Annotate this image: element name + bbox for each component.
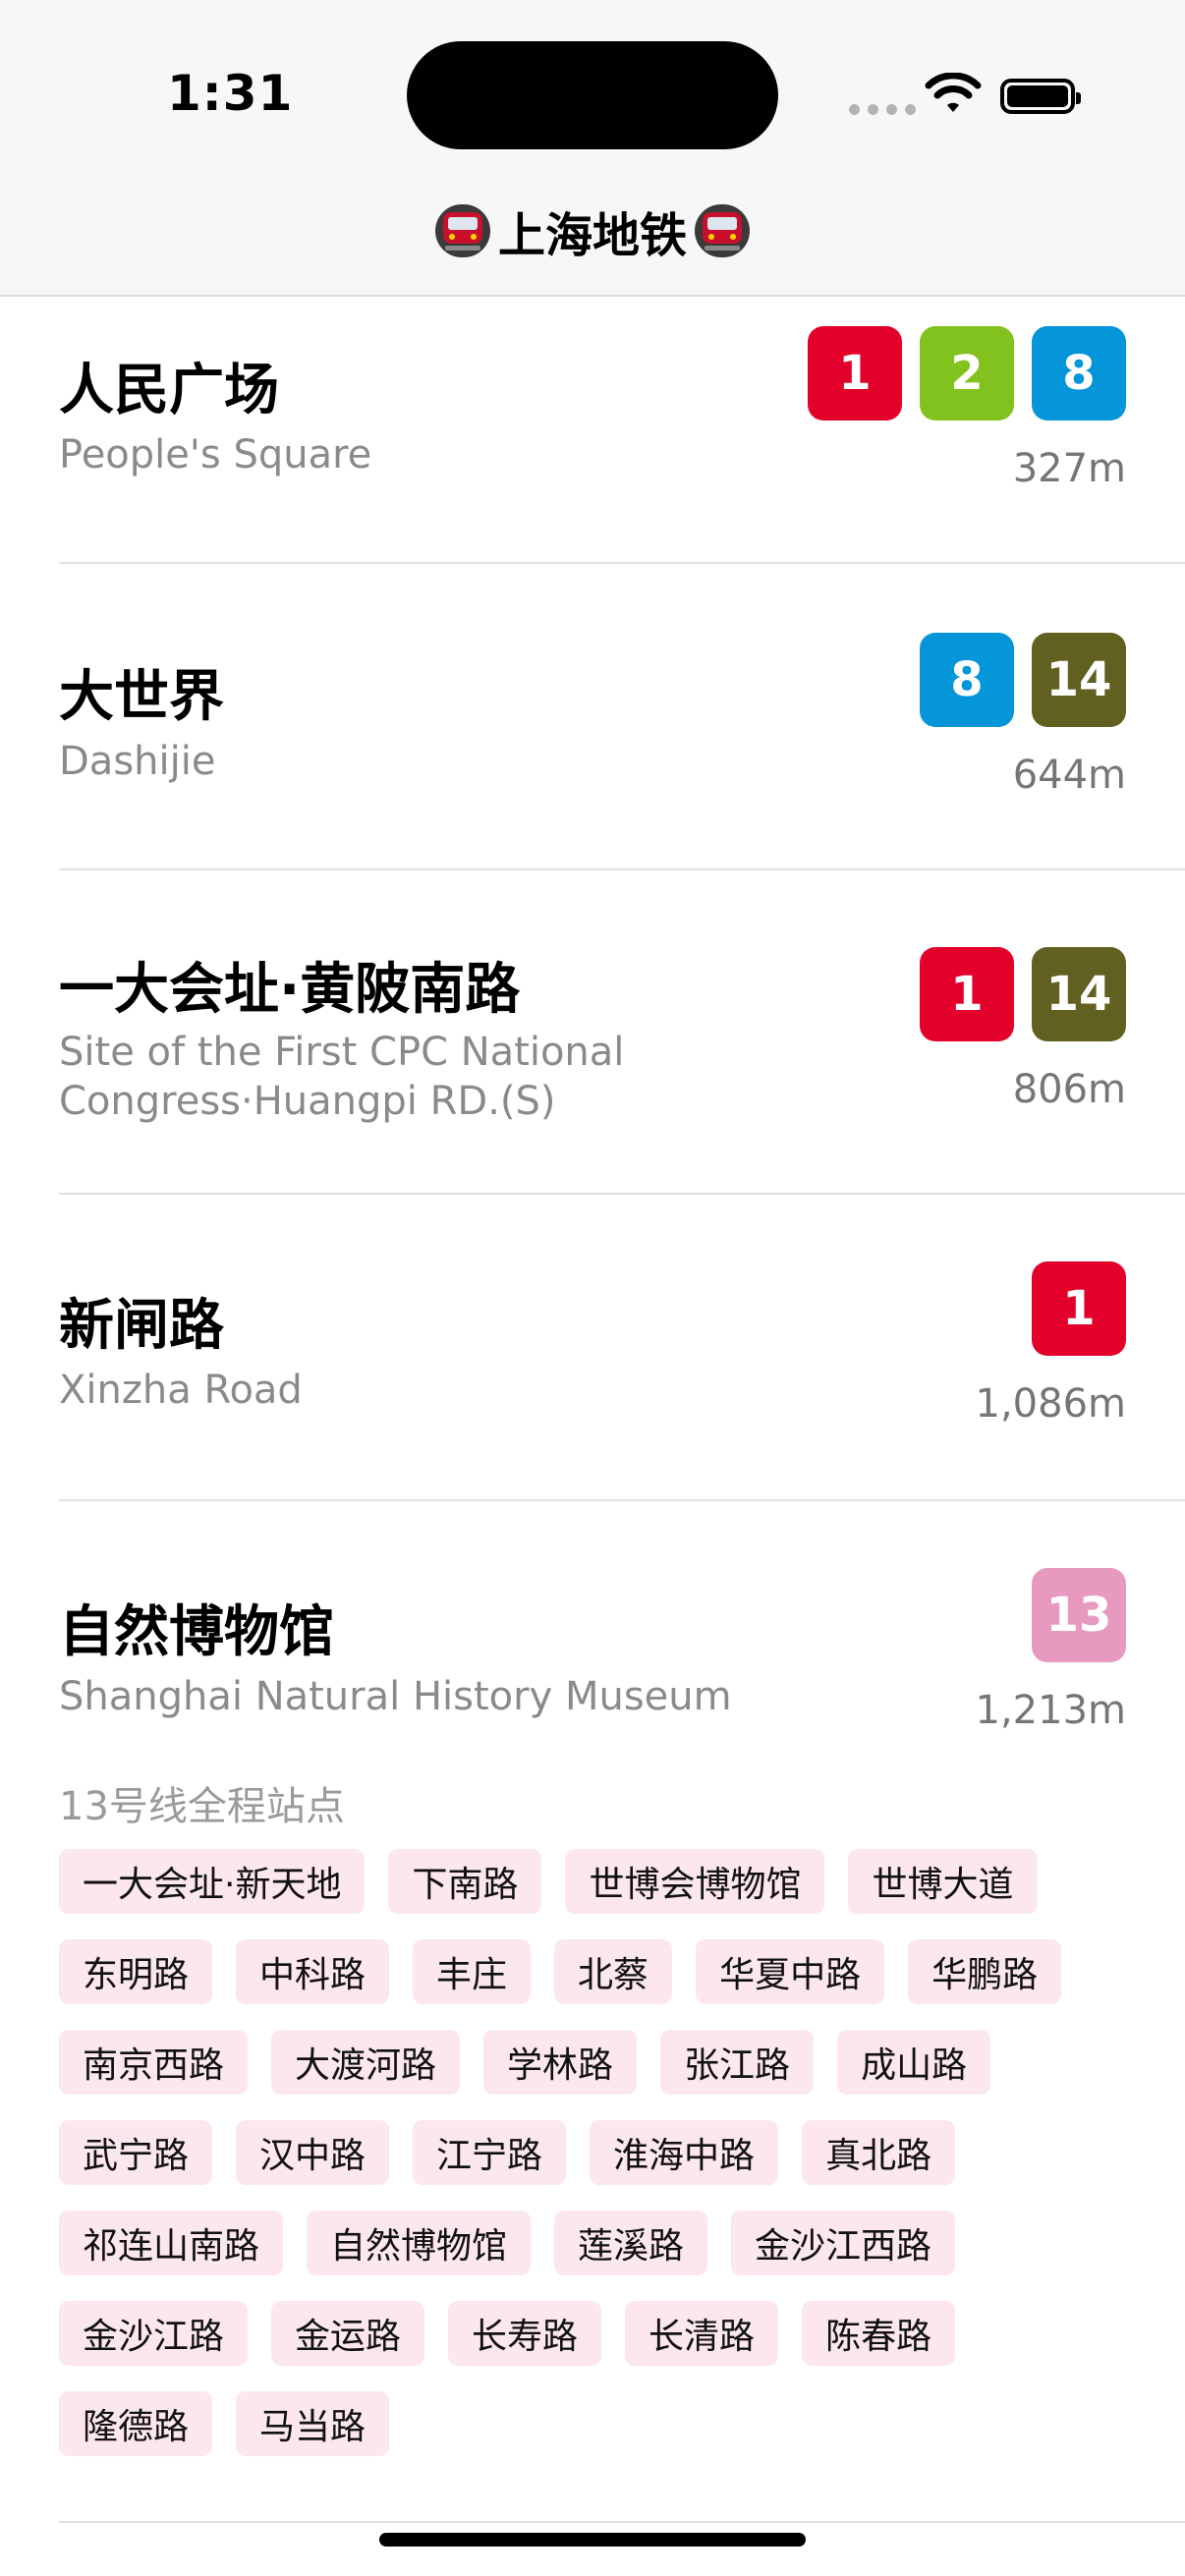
line-badge: 2 [920,326,1014,420]
stop-chip[interactable]: 东明路 [59,1939,213,2004]
stop-chip[interactable]: 丰庄 [413,1939,532,2004]
stop-chip[interactable]: 金运路 [271,2301,425,2366]
stop-chip[interactable]: 南京西路 [59,2030,249,2095]
stop-chip[interactable]: 一大会址·新天地 [59,1849,366,1914]
station-name: 一大会址·黄陂南路 [59,958,521,1022]
stop-chip[interactable]: 马当路 [236,2391,390,2456]
station-english-name: People's Square [59,432,372,477]
navigation-header: 1:31 上海地铁 [0,0,1185,297]
page-title: 上海地铁 [0,196,1185,265]
station-row[interactable]: 一大会址·黄陂南路 Site of the First CPC National… [0,870,1185,1195]
stop-chip[interactable]: 江宁路 [413,2120,567,2185]
home-indicator[interactable] [379,2533,806,2547]
station-english-name: Xinzha Road [59,1368,303,1413]
metro-train-icon [434,204,490,257]
stop-chip[interactable]: 武宁路 [59,2120,213,2185]
stop-chip[interactable]: 世博大道 [848,1849,1038,1914]
stop-chip[interactable]: 世博会博物馆 [565,1849,825,1914]
station-row[interactable]: 人民广场 People's Square 1 2 8 327m [0,297,1185,564]
stop-chip[interactable]: 长寿路 [448,2301,602,2366]
header-title: 上海地铁 [497,208,687,263]
station-row[interactable]: 新闸路 Xinzha Road 1 1,086m [0,1195,1185,1501]
line-badge: 8 [1032,326,1126,420]
wifi-icon [925,73,982,112]
stop-chip[interactable]: 下南路 [388,1849,542,1914]
line-badges: 13 [1032,1568,1126,1662]
stop-chip[interactable]: 自然博物馆 [307,2211,532,2275]
metro-train-icon [695,204,750,257]
station-name: 自然博物馆 [59,1600,334,1664]
station-row[interactable]: 大世界 Dashijie 8 14 644m [0,564,1185,870]
station-distance: 1,086m [975,1381,1126,1427]
line-badge: 14 [1032,947,1126,1041]
stop-chip[interactable]: 学林路 [483,2030,638,2095]
station-name: 人民广场 [59,359,279,422]
stop-chip[interactable]: 汉中路 [236,2120,390,2185]
station-distance: 806m [1012,1067,1126,1112]
station-english-name: Site of the First CPC National Congress·… [59,1030,625,1124]
status-time: 1:31 [167,65,294,122]
station-distance: 327m [1012,446,1126,491]
cellular-signal-icon [849,104,916,115]
stop-chip[interactable]: 真北路 [802,2120,956,2185]
stop-chip[interactable]: 莲溪路 [554,2211,708,2275]
station-name: 大世界 [59,665,224,729]
stop-chip[interactable]: 成山路 [837,2030,991,2095]
line-stops-label: 13号线全程站点 [59,1784,345,1829]
stop-chip[interactable]: 北蔡 [554,1939,673,2004]
line-badge: 14 [1032,633,1126,727]
screen: 1:31 上海地铁 人民广场 People's Square 1 2 8 327… [0,0,1185,2576]
line-badges: 1 [1032,1261,1126,1356]
dynamic-island [407,41,778,149]
stop-chip[interactable]: 中科路 [236,1939,390,2004]
line-badge: 13 [1032,1568,1126,1662]
line-badges: 8 14 [920,633,1126,727]
station-name: 新闸路 [59,1294,224,1358]
stop-chip[interactable]: 大渡河路 [271,2030,461,2095]
stop-chip[interactable]: 张江路 [660,2030,815,2095]
stop-chip[interactable]: 陈春路 [802,2301,956,2366]
stop-chip[interactable]: 长清路 [625,2301,779,2366]
line-stops-list: 一大会址·新天地 下南路 世博会博物馆 世博大道 东明路 中科路 丰庄 北蔡 华… [59,1849,1130,2456]
line-badge: 1 [1032,1261,1126,1356]
station-distance: 644m [1012,753,1126,798]
line-badge: 8 [920,633,1014,727]
station-english-name: Dashijie [59,739,216,784]
stop-chip[interactable]: 隆德路 [59,2391,213,2456]
station-distance: 1,213m [975,1688,1126,1733]
stop-chip[interactable]: 祁连山南路 [59,2211,284,2275]
divider [59,2521,1185,2523]
line-badge: 1 [920,947,1014,1041]
line-badge: 1 [808,326,902,420]
stop-chip[interactable]: 华鹏路 [908,1939,1062,2004]
station-english-name: Shanghai Natural History Museum [59,1674,732,1719]
stop-chip[interactable]: 金沙江西路 [731,2211,956,2275]
stop-chip[interactable]: 淮海中路 [590,2120,779,2185]
stop-chip[interactable]: 金沙江路 [59,2301,249,2366]
line-badges: 1 14 [920,947,1126,1041]
stop-chip[interactable]: 华夏中路 [696,1939,885,2004]
line-badges: 1 2 8 [808,326,1126,420]
battery-icon [1000,79,1081,114]
